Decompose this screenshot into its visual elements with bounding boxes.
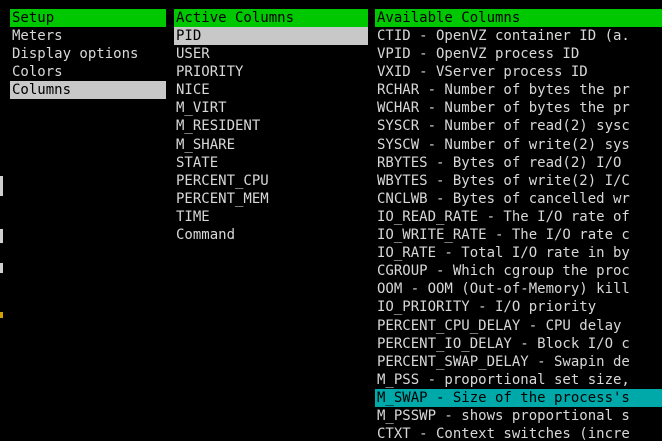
active-column-m-virt[interactable]: M_VIRT [174,99,368,117]
setup-item-colors[interactable]: Colors [10,63,166,81]
active-column-m-share[interactable]: M_SHARE [174,136,368,154]
available-column-item[interactable]: RBYTES - Bytes of read(2) I/O [375,154,662,172]
setup-item-meters[interactable]: Meters [10,27,166,45]
setup-panel: Setup Meters Display options Colors Colu… [10,9,166,100]
available-column-item[interactable]: PERCENT_CPU_DELAY - CPU delay [375,317,662,335]
active-column-pid[interactable]: PID [174,27,368,46]
active-column-percent-mem[interactable]: PERCENT_MEM [174,190,368,208]
available-column-item[interactable]: IO_WRITE_RATE - The I/O rate c [375,226,662,244]
available-column-item[interactable]: CNCLWB - Bytes of cancelled wr [375,190,662,208]
available-column-item[interactable]: OOM - OOM (Out-of-Memory) kill [375,280,662,298]
active-column-command[interactable]: Command [174,226,368,244]
active-column-m-resident[interactable]: M_RESIDENT [174,117,368,135]
active-column-time[interactable]: TIME [174,208,368,226]
available-column-item[interactable]: PERCENT_SWAP_DELAY - Swapin de [375,353,662,371]
available-column-item[interactable]: IO_READ_RATE - The I/O rate of [375,208,662,226]
active-columns-header: Active Columns [174,9,368,27]
left-window-edge [0,0,4,441]
available-columns-header: Available Columns [375,9,662,27]
available-column-item[interactable]: SYSCR - Number of read(2) sysc [375,117,662,135]
available-column-item-selected[interactable]: M_SWAP - Size of the process's [375,388,662,407]
edge-mark [0,263,3,273]
edge-mark [0,312,3,318]
available-column-item[interactable]: IO_RATE - Total I/O rate in by [375,244,662,262]
active-column-nice[interactable]: NICE [174,81,368,99]
available-column-item[interactable]: VXID - VServer process ID [375,63,662,81]
active-columns-panel: Active Columns PID USER PRIORITY NICE M_… [174,9,368,244]
available-column-item[interactable]: CTID - OpenVZ container ID (a. [375,27,662,45]
available-column-item[interactable]: PERCENT_IO_DELAY - Block I/O c [375,335,662,353]
available-column-item[interactable]: RCHAR - Number of bytes the pr [375,81,662,99]
available-column-item[interactable]: VPID - OpenVZ process ID [375,45,662,63]
active-column-user[interactable]: USER [174,45,368,63]
available-column-item[interactable]: IO_PRIORITY - I/O priority [375,298,662,316]
active-column-percent-cpu[interactable]: PERCENT_CPU [174,172,368,190]
available-column-item[interactable]: SYSCW - Number of write(2) sys [375,136,662,154]
available-column-item[interactable]: WBYTES - Bytes of write(2) I/C [375,172,662,190]
available-column-item[interactable]: CGROUP - Which cgroup the proc [375,262,662,280]
setup-item-columns[interactable]: Columns [10,81,166,100]
active-column-priority[interactable]: PRIORITY [174,63,368,81]
edge-mark [0,176,3,196]
available-column-item[interactable]: M_PSSWP - shows proportional s [375,407,662,425]
setup-header: Setup [10,9,166,27]
available-columns-panel: Available Columns CTID - OpenVZ containe… [375,9,662,441]
edge-mark [0,229,3,243]
available-column-item[interactable]: WCHAR - Number of bytes the pr [375,99,662,117]
available-column-item[interactable]: M_PSS - proportional set size, [375,371,662,389]
available-column-item[interactable]: CTXT - Context switches (incre [375,425,662,441]
active-column-state[interactable]: STATE [174,154,368,172]
setup-item-display-options[interactable]: Display options [10,45,166,63]
